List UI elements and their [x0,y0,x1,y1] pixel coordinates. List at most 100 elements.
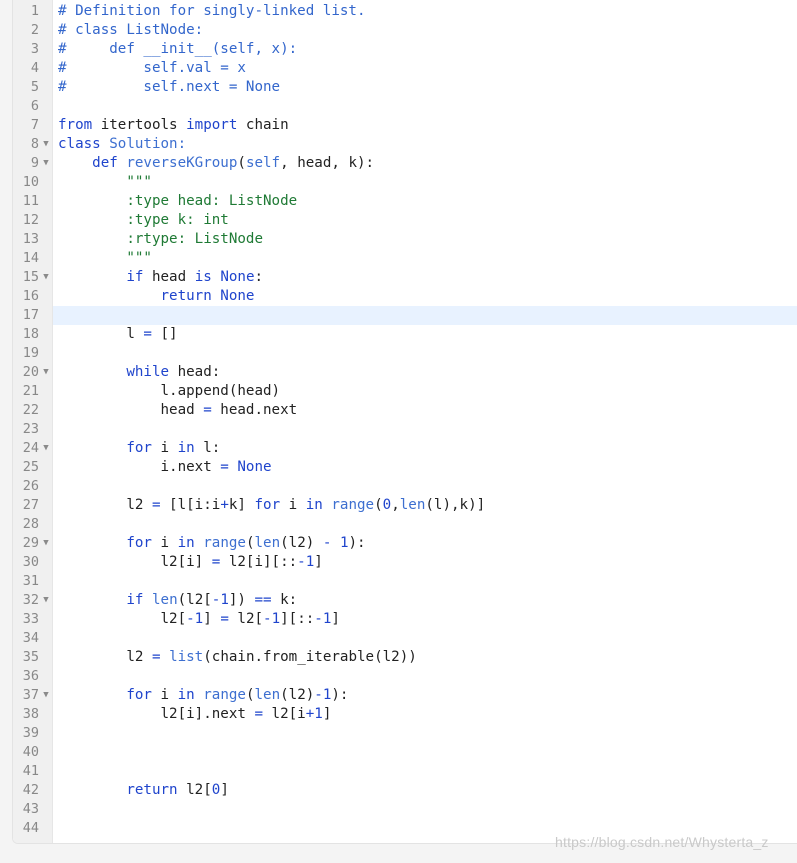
line-number: 10 [22,174,39,190]
code-line[interactable]: 22 head = head.next [13,401,797,420]
code-text: :type k: int [58,211,229,230]
line-number: 33 [22,611,39,627]
code-line[interactable]: 41 [13,762,797,781]
code-text: l2[-1] = l2[-1][::-1] [58,610,339,629]
code-line[interactable]: 34 [13,629,797,648]
line-number: 7 [30,117,39,133]
code-token-keyword: for [126,687,152,703]
code-lines[interactable]: 1 # Definition for singly-linked list. 2 # … [13,2,797,838]
code-token-operator: = [151,649,161,665]
fold-arrow-icon[interactable]: ▼ [41,268,51,287]
code-line[interactable]: 14 """ [13,249,797,268]
fold-arrow-icon[interactable]: ▼ [41,534,51,553]
code-line[interactable]: 23 [13,420,797,439]
code-line[interactable]: 15 ▼ if head is None: [13,268,797,287]
code-line[interactable]: 30 l2[i] = l2[i][::-1] [13,553,797,572]
code-line[interactable]: 19 [13,344,797,363]
code-line[interactable]: 31 [13,572,797,591]
fold-arrow-icon[interactable]: ▼ [41,686,51,705]
fold-arrow-icon[interactable]: ▼ [41,363,51,382]
line-number: 22 [22,402,39,418]
code-token-operator: - [314,611,323,627]
code-token-string: """ [58,250,152,266]
code-line[interactable]: 32 ▼ if len(l2[-1]) == k: [13,591,797,610]
code-token-keyword: None [237,459,272,475]
code-line[interactable]: 11 :type head: ListNode [13,192,797,211]
code-token-string: """ [58,174,152,190]
code-token-keyword: for [126,535,152,551]
code-line[interactable]: 1 # Definition for singly-linked list. [13,2,797,21]
code-line[interactable]: 25 i.next = None [13,458,797,477]
code-text: class Solution: [58,135,186,154]
code-token-text: i [151,687,178,703]
code-line[interactable]: 2 # class ListNode: [13,21,797,40]
code-text: l.append(head) [58,382,280,401]
code-line[interactable]: 37 ▼ for i in range(len(l2)-1): [13,686,797,705]
code-token-text: ] [220,782,229,798]
code-text: for i in l: [58,439,220,458]
code-text: l2[i].next = l2[i+1] [58,705,331,724]
code-line[interactable]: 3 # def __init__(self, x): [13,40,797,59]
code-line[interactable]: 42 return l2[0] [13,781,797,800]
code-line[interactable]: 8 ▼ class Solution: [13,135,797,154]
code-token-text: (l2) [280,535,323,551]
fold-arrow-icon[interactable]: ▼ [41,591,51,610]
code-line[interactable]: 16 return None [13,287,797,306]
code-line[interactable]: 29 ▼ for i in range(len(l2) - 1): [13,534,797,553]
code-line[interactable]: 28 [13,515,797,534]
line-number: 12 [22,212,39,228]
code-text: while head: [58,363,220,382]
code-token-keyword: in [177,440,195,456]
code-token-operator: - [186,611,195,627]
code-line[interactable]: 20 ▼ while head: [13,363,797,382]
code-line[interactable]: 33 l2[-1] = l2[-1][::-1] [13,610,797,629]
code-line[interactable]: 10 """ [13,173,797,192]
line-number: 27 [22,497,39,513]
code-line[interactable]: 39 [13,724,797,743]
code-line[interactable]: 12 :type k: int [13,211,797,230]
code-line[interactable]: 43 [13,800,797,819]
code-token-text: ][:: [280,611,315,627]
fold-arrow-icon[interactable]: ▼ [41,439,51,458]
code-editor[interactable]: 1 # Definition for singly-linked list. 2 # … [12,0,797,844]
code-token-builtin: range [203,535,246,551]
code-token-text: ( [245,687,255,703]
watermark: https://blog.csdn.net/Whysterta_z [555,834,769,850]
code-token-text: i [280,497,306,513]
code-token-keyword: def [92,155,118,171]
code-token-keyword: for [254,497,281,513]
code-line[interactable]: 21 l.append(head) [13,382,797,401]
code-line[interactable]: 26 [13,477,797,496]
code-token-number: 1 [220,592,229,608]
code-text: from itertools import chain [58,116,289,135]
line-number: 1 [30,3,39,19]
code-line[interactable]: 24 ▼ for i in l: [13,439,797,458]
code-line[interactable]: 40 [13,743,797,762]
code-line[interactable]: 17 [13,306,797,325]
code-line[interactable]: 18 l = [] [13,325,797,344]
code-line[interactable]: 35 l2 = list(chain.from_iterable(l2)) [13,648,797,667]
code-line[interactable]: 27 l2 = [l[i:i+k] for i in range(0,len(l… [13,496,797,515]
code-line[interactable]: 13 :rtype: ListNode [13,230,797,249]
code-token-text: ]) [228,592,255,608]
fold-arrow-icon[interactable]: ▼ [41,135,51,154]
code-token-text: l.append(head) [58,383,281,399]
code-token-builtin: range [331,497,375,513]
code-line[interactable]: 7 from itertools import chain [13,116,797,135]
code-line[interactable]: 6 [13,97,797,116]
code-token-text: , head, k): [280,155,375,171]
code-line[interactable]: 38 l2[i].next = l2[i+1] [13,705,797,724]
code-line[interactable]: 4 # self.val = x [13,59,797,78]
fold-arrow-icon[interactable]: ▼ [41,154,51,173]
code-line[interactable]: 9 ▼ def reverseKGroup(self, head, k): [13,154,797,173]
line-number: 36 [22,668,39,684]
code-token-keyword: in [177,687,195,703]
code-line[interactable]: 36 [13,667,797,686]
line-number: 20 [22,364,39,380]
code-line[interactable]: 5 # self.next = None [13,78,797,97]
